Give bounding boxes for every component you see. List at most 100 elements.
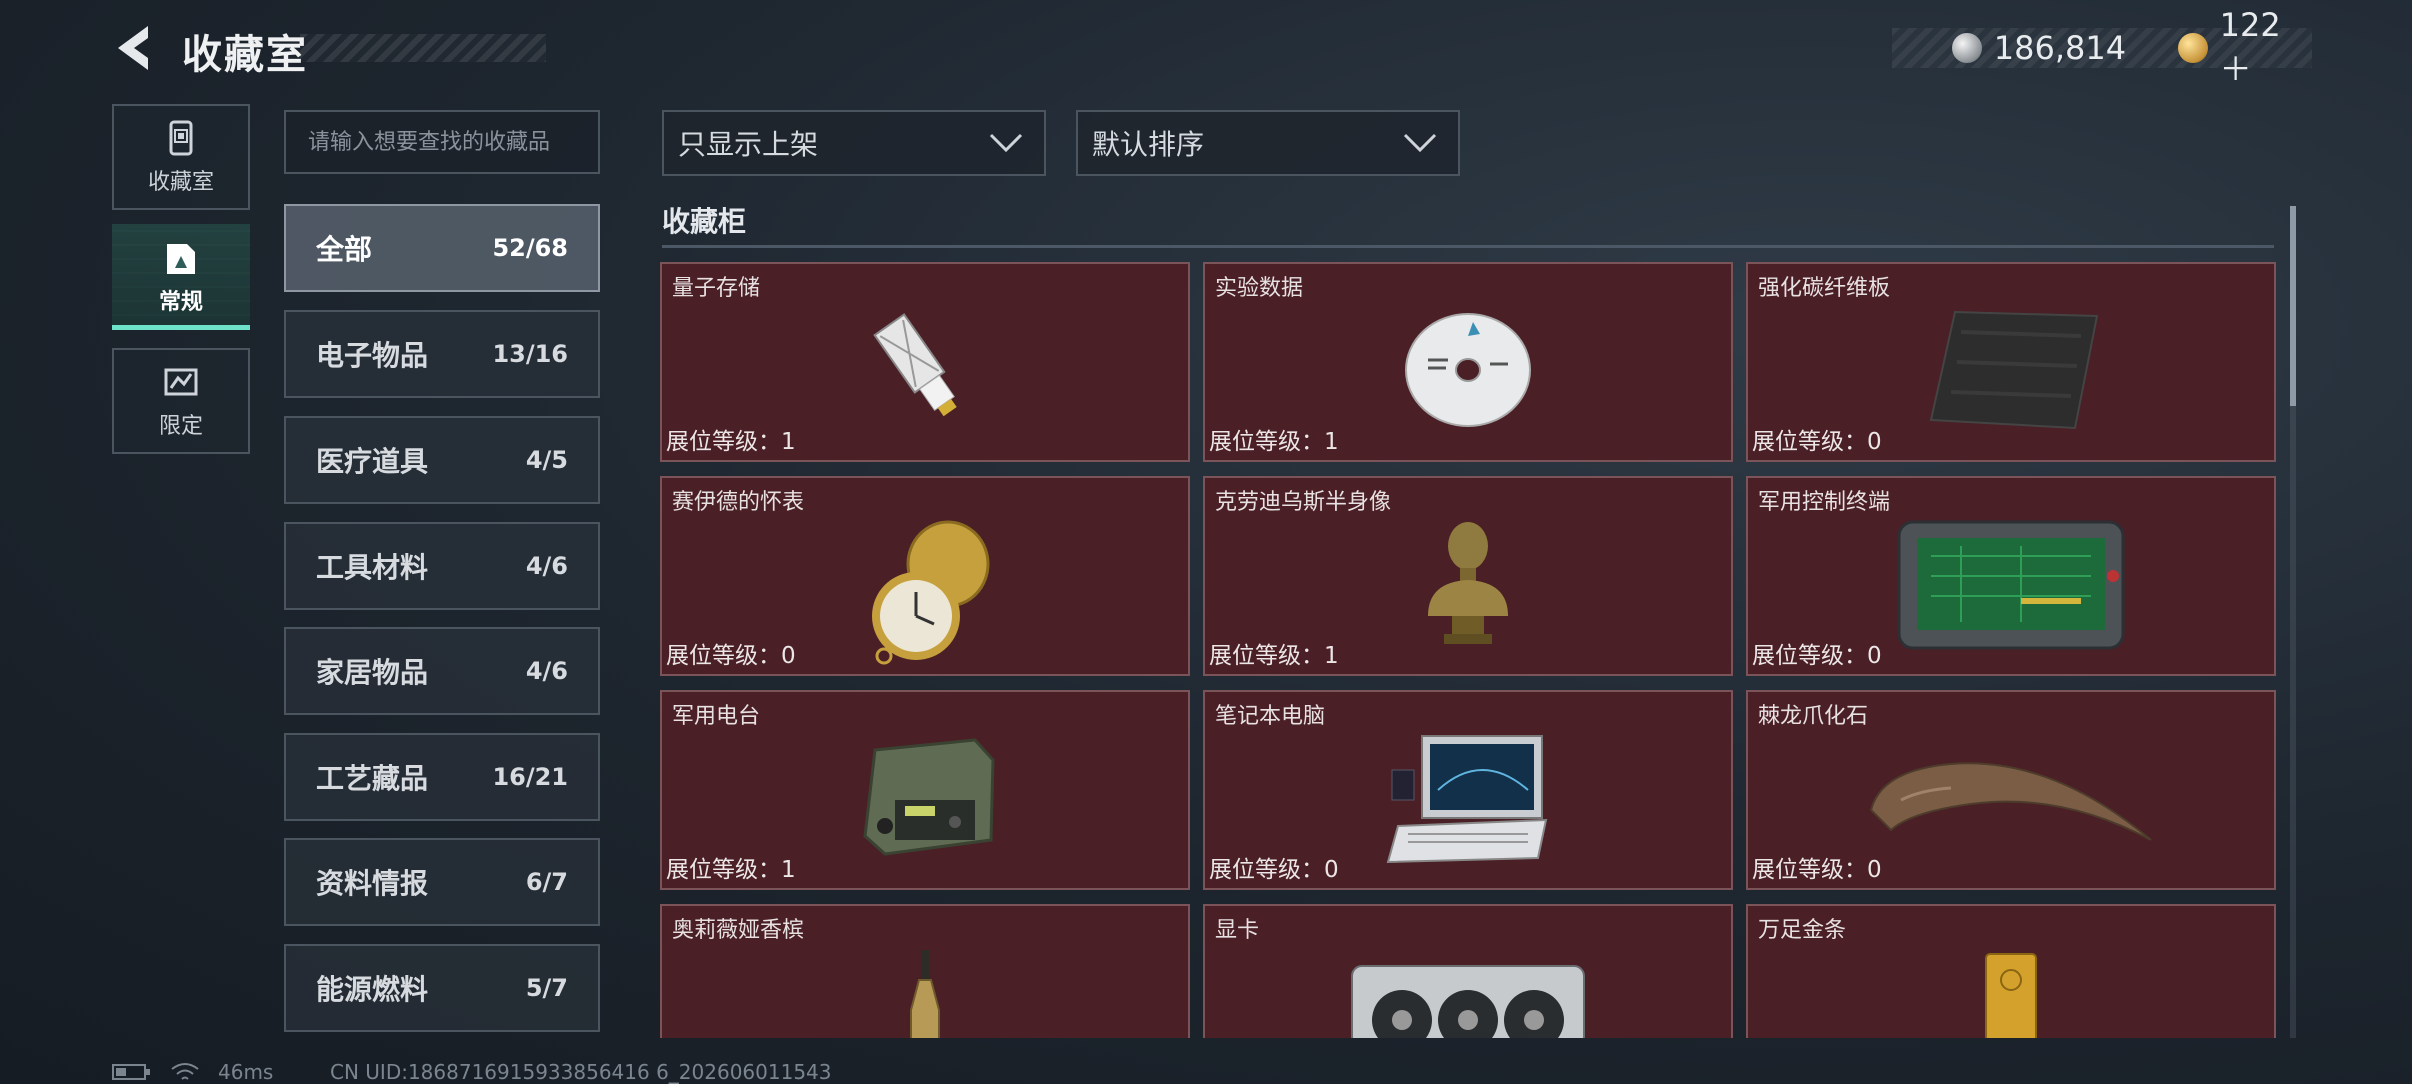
ping-value: 46ms xyxy=(218,1060,274,1084)
collection-item-card[interactable]: 军用控制终端 展位等级：0 xyxy=(1746,476,2276,676)
dropdown-value: 默认排序 xyxy=(1092,128,1205,161)
champagne-icon xyxy=(910,950,940,1038)
category-name: 工艺藏品 xyxy=(316,762,429,795)
category-name: 资料情报 xyxy=(316,867,429,900)
laptop-icon xyxy=(1386,735,1548,864)
gold-bar-icon xyxy=(1985,953,2037,1038)
tab-limited[interactable]: 限定 xyxy=(112,348,250,454)
scrollbar-thumb[interactable] xyxy=(2290,206,2296,406)
listed-filter-dropdown[interactable]: 只显示上架 xyxy=(662,110,1046,176)
category-count: 4/6 xyxy=(525,657,568,685)
tab-label: 常规 xyxy=(158,290,203,315)
item-name: 克劳迪乌斯半身像 xyxy=(1215,490,1392,515)
collection-grid: 量子存储 展位等级：1 实验数据 展位等级：1 强化碳纤维板 展位等级：0 赛伊… xyxy=(660,262,2276,1038)
collection-item-card[interactable]: 强化碳纤维板 展位等级：0 xyxy=(1746,262,2276,462)
category-name: 能源燃料 xyxy=(316,973,429,1006)
control-terminal-icon xyxy=(1897,520,2125,650)
tab-label: 限定 xyxy=(158,414,203,439)
carbon-plate-icon xyxy=(1929,310,2099,430)
item-name: 笔记本电脑 xyxy=(1215,704,1326,729)
item-level: 展位等级：1 xyxy=(666,429,796,455)
category-name: 电子物品 xyxy=(316,339,429,372)
chevron-down-icon xyxy=(989,133,1023,153)
item-level: 展位等级：0 xyxy=(1752,857,1882,883)
collection-item-card[interactable]: 奥莉薇娅香槟 xyxy=(660,904,1190,1038)
title-decoration xyxy=(300,34,546,62)
tab-normal[interactable]: 常规 xyxy=(112,224,250,330)
pocket-watch-icon xyxy=(872,520,990,665)
claw-fossil-icon xyxy=(1869,762,2152,841)
radio-icon xyxy=(863,738,995,856)
category-all[interactable]: 全部 52/68 xyxy=(284,204,600,292)
tab-label: 收藏室 xyxy=(147,170,214,195)
page-title: 收藏室 xyxy=(182,32,308,78)
gold-coin-icon xyxy=(2177,33,2208,63)
collection-item-card[interactable]: 棘龙爪化石 展位等级：0 xyxy=(1746,690,2276,890)
item-name: 显卡 xyxy=(1215,918,1260,943)
dropdown-value: 只显示上架 xyxy=(678,128,819,161)
item-name: 实验数据 xyxy=(1215,276,1304,301)
section-title: 收藏柜 xyxy=(662,205,747,238)
item-name: 奥莉薇娅香槟 xyxy=(672,918,805,943)
battery-icon xyxy=(112,1064,150,1080)
category-intel[interactable]: 资料情报 6/7 xyxy=(284,838,600,926)
collection-item-card[interactable]: 显卡 xyxy=(1203,904,1733,1038)
item-level: 展位等级：0 xyxy=(1752,643,1882,669)
category-count: 13/16 xyxy=(492,340,568,368)
currency-bar: 186,814 122＋ xyxy=(1892,6,2312,88)
collection-item-card[interactable]: 军用电台 展位等级：1 xyxy=(660,690,1190,890)
graphics-card-icon xyxy=(1351,965,1585,1038)
item-name: 量子存储 xyxy=(672,276,761,301)
tab-collection-room[interactable]: 收藏室 xyxy=(112,104,250,210)
usb-drive-icon xyxy=(873,313,957,417)
item-level: 展位等级：0 xyxy=(1209,857,1339,883)
collection-item-card[interactable]: 万足金条 xyxy=(1746,904,2276,1038)
category-name: 医疗道具 xyxy=(316,445,429,478)
category-electronics[interactable]: 电子物品 13/16 xyxy=(284,310,600,398)
collection-item-card[interactable]: 笔记本电脑 展位等级：0 xyxy=(1203,690,1733,890)
limited-icon xyxy=(164,368,198,396)
section-divider xyxy=(662,245,2274,248)
collection-item-card[interactable]: 实验数据 展位等级：1 xyxy=(1203,262,1733,462)
silver-coin-value: 186,814 xyxy=(1993,29,2127,67)
item-name: 军用电台 xyxy=(672,704,761,729)
chevron-down-icon xyxy=(1403,133,1437,153)
category-count: 5/7 xyxy=(525,974,568,1002)
category-crafts[interactable]: 工艺藏品 16/21 xyxy=(284,733,600,821)
silver-coin-icon xyxy=(1952,33,1982,63)
item-name: 军用控制终端 xyxy=(1758,490,1891,515)
category-energy[interactable]: 能源燃料 5/7 xyxy=(284,944,600,1032)
item-name: 赛伊德的怀表 xyxy=(672,490,805,515)
category-count: 4/5 xyxy=(525,446,568,474)
category-name: 全部 xyxy=(316,233,373,266)
item-name: 棘龙爪化石 xyxy=(1758,704,1869,729)
category-household[interactable]: 家居物品 4/6 xyxy=(284,627,600,715)
category-medical[interactable]: 医疗道具 4/5 xyxy=(284,416,600,504)
category-name: 家居物品 xyxy=(316,656,429,689)
item-level: 展位等级：0 xyxy=(1752,429,1882,455)
item-level: 展位等级：1 xyxy=(666,857,796,883)
normal-icon xyxy=(167,244,195,274)
item-level: 展位等级：0 xyxy=(666,643,796,669)
item-level: 展位等级：1 xyxy=(1209,643,1339,669)
disc-icon xyxy=(1405,313,1531,427)
sort-dropdown[interactable]: 默认排序 xyxy=(1076,110,1460,176)
collection-room-icon xyxy=(169,120,193,156)
category-tools[interactable]: 工具材料 4/6 xyxy=(284,522,600,610)
bust-icon xyxy=(1428,522,1508,644)
category-name: 工具材料 xyxy=(316,551,429,584)
collection-item-card[interactable]: 量子存储 展位等级：1 xyxy=(660,262,1190,462)
category-count: 16/21 xyxy=(492,763,568,791)
search-input[interactable] xyxy=(284,110,600,174)
category-count: 4/6 xyxy=(525,552,568,580)
category-count: 52/68 xyxy=(492,234,568,262)
item-level: 展位等级：1 xyxy=(1209,429,1339,455)
status-bar: 46ms xyxy=(112,1060,273,1084)
collection-item-card[interactable]: 赛伊德的怀表 展位等级：0 xyxy=(660,476,1190,676)
uid-text: CN UID:1868716915933856416 6_20260601154… xyxy=(330,1060,832,1084)
item-name: 强化碳纤维板 xyxy=(1758,276,1891,301)
gold-coin-value[interactable]: 122＋ xyxy=(2220,6,2312,90)
category-count: 6/7 xyxy=(525,868,568,896)
back-arrow-icon[interactable] xyxy=(112,22,156,74)
collection-item-card[interactable]: 克劳迪乌斯半身像 展位等级：1 xyxy=(1203,476,1733,676)
